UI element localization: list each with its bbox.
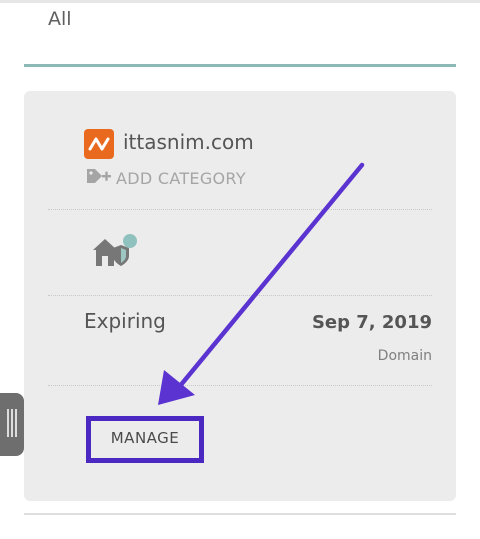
- card-divider: [48, 385, 432, 386]
- filter-active-underline: [24, 64, 456, 67]
- card-divider: [48, 295, 432, 296]
- list-divider: [24, 513, 456, 515]
- side-drag-handle[interactable]: [0, 393, 24, 456]
- add-category-label: ADD CATEGORY: [116, 168, 246, 188]
- manage-button[interactable]: MANAGE: [86, 416, 204, 463]
- manage-button-label: MANAGE: [110, 429, 180, 447]
- drag-handle-icon: [6, 408, 18, 441]
- domain-status: Expiring: [84, 309, 166, 333]
- add-category-link[interactable]: ADD CATEGORY: [86, 166, 246, 190]
- tag-plus-icon: [86, 166, 112, 190]
- home-shield-icon: [92, 232, 140, 276]
- filter-tab-all[interactable]: All: [48, 8, 72, 30]
- domain-name[interactable]: ittasnim.com: [123, 130, 254, 154]
- top-divider: [0, 0, 480, 3]
- card-divider: [48, 209, 432, 210]
- expiry-date: Sep 7, 2019: [311, 312, 432, 333]
- namecheap-logo-icon: [84, 129, 114, 159]
- product-type: Domain: [377, 348, 432, 364]
